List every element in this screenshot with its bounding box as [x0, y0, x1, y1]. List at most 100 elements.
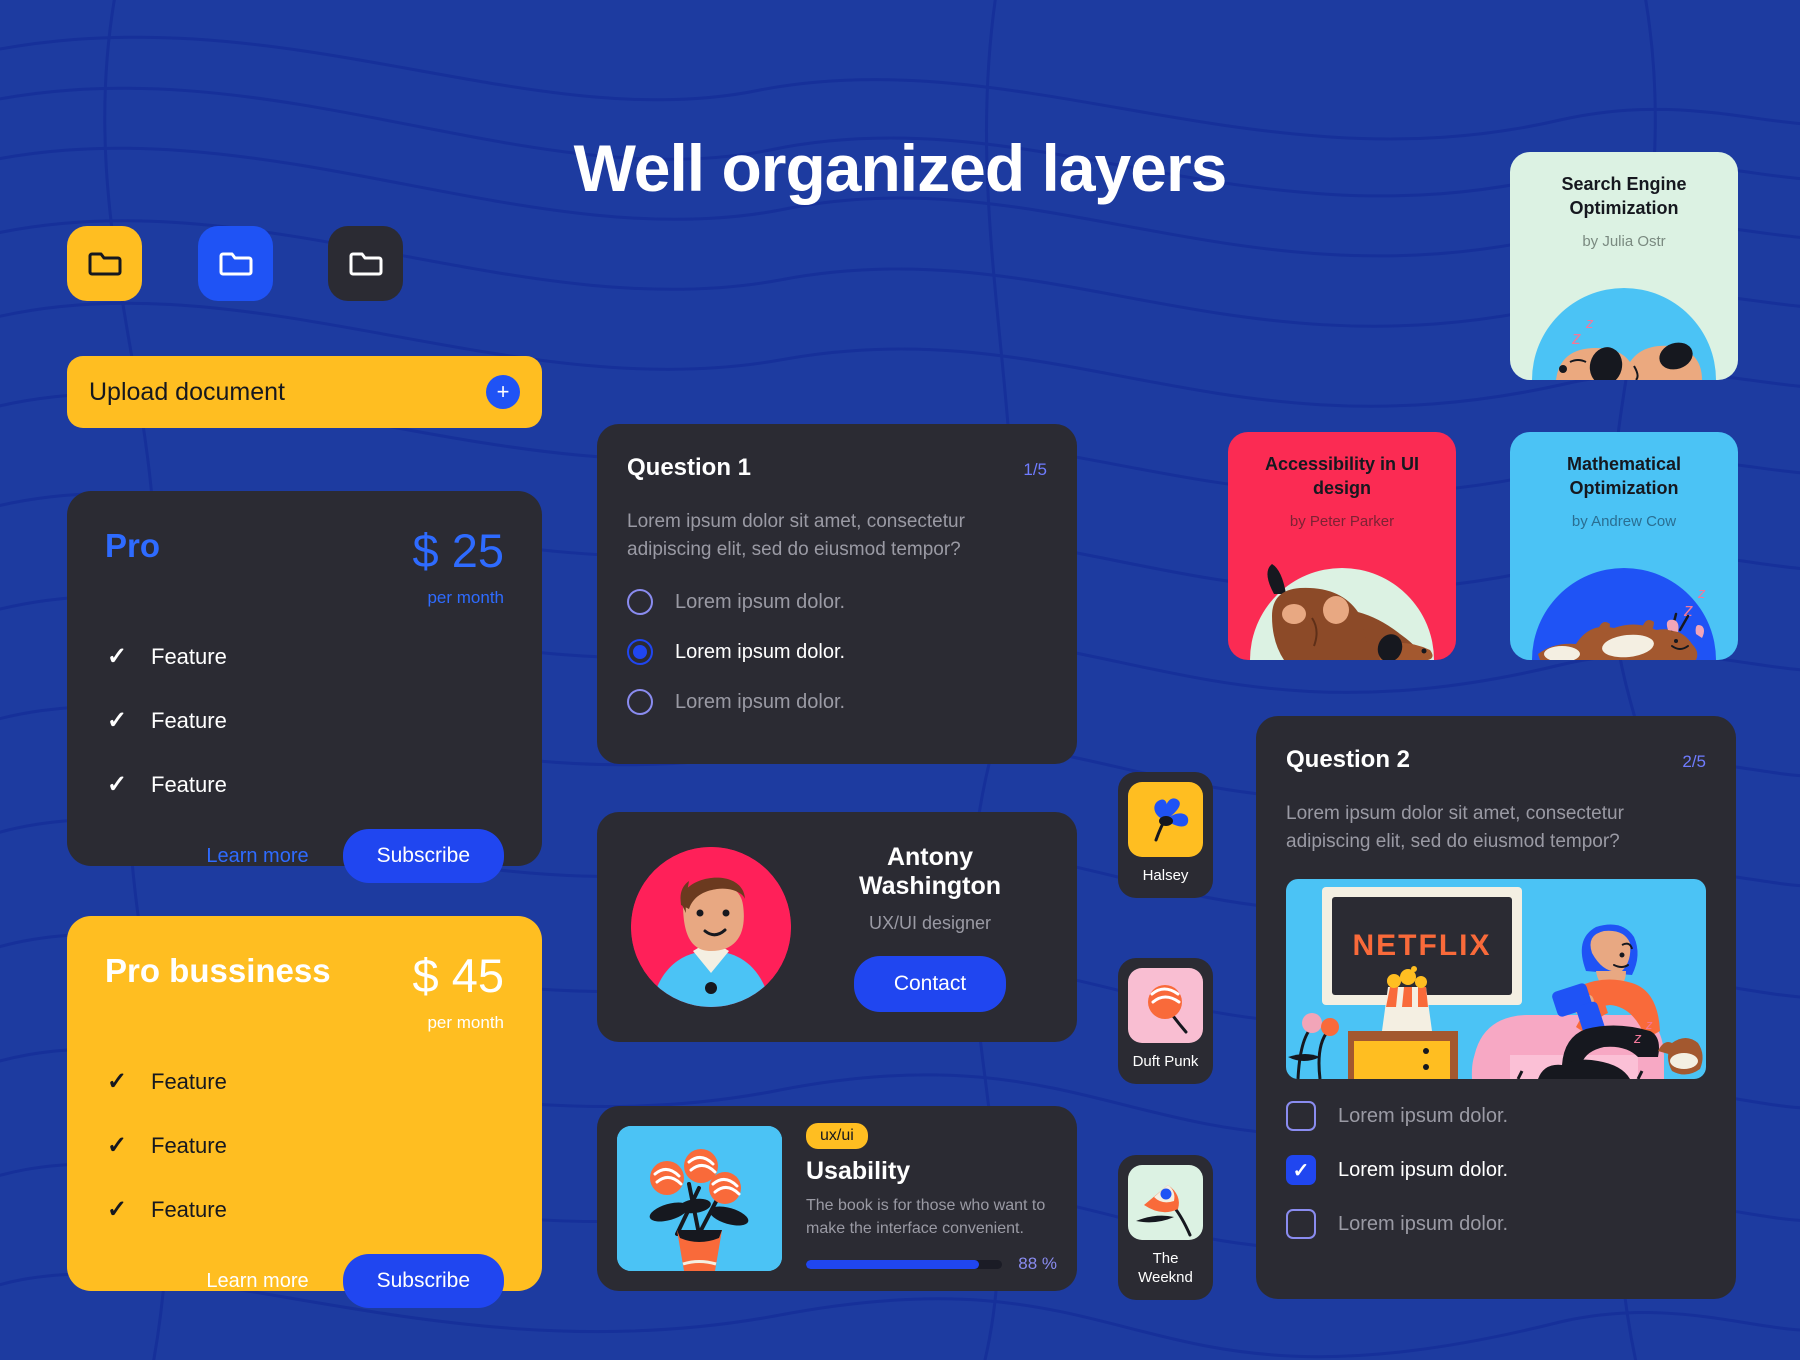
artist-name: Duft Punk: [1132, 1053, 1199, 1070]
pricing-card-pro: Pro $ 25 per month ✓ Feature ✓ Feature ✓…: [67, 491, 542, 883]
sleeping-cat-illustration: z z: [1532, 568, 1716, 660]
feature-label: Feature: [151, 643, 227, 669]
radio-option-label: Lorem ipsum dolor.: [675, 590, 846, 613]
course-title: Search Engine Optimization: [1561, 174, 1687, 219]
artist-tile-halsey[interactable]: Halsey: [1118, 772, 1213, 898]
avatar-illustration: [631, 847, 791, 1007]
learn-more-link[interactable]: Learn more: [206, 845, 308, 868]
checkbox-icon[interactable]: ✓: [1286, 1209, 1316, 1240]
checkbox-option-label: Lorem ipsum dolor.: [1338, 1212, 1509, 1235]
feature-label: Feature: [151, 1068, 227, 1094]
feature-label: Feature: [151, 1132, 227, 1158]
learn-more-link[interactable]: Learn more: [206, 1270, 308, 1293]
check-icon: ✓: [106, 771, 128, 798]
radio-option[interactable]: Lorem ipsum dolor.: [627, 589, 1047, 616]
check-icon: ✓: [106, 643, 128, 670]
svg-text:z: z: [1645, 1017, 1653, 1032]
radio-icon[interactable]: [627, 689, 653, 716]
folder-tile-blue[interactable]: [198, 226, 273, 301]
checkbox-option[interactable]: ✓ Lorem ipsum dolor.: [1286, 1209, 1706, 1240]
pricing-header: Pro bussiness $ 45 per month: [105, 952, 504, 1033]
radio-option-label: Lorem ipsum dolor.: [675, 640, 846, 663]
price-amount: $ 45: [412, 949, 504, 1002]
upload-document-bar[interactable]: Upload document +: [67, 356, 542, 428]
artist-tile-the-weeknd[interactable]: The Weeknd: [1118, 1155, 1213, 1300]
course-title: Accessibility in UI design: [1264, 454, 1420, 499]
feature-row: ✓ Feature: [105, 1067, 504, 1096]
artist-name: The Weeknd: [1138, 1250, 1193, 1286]
feature-list: ✓ Feature ✓ Feature ✓ Feature: [105, 642, 504, 799]
feature-label: Feature: [151, 707, 227, 733]
profile-card: Antony Washington UX/UI designer Contact: [597, 812, 1077, 1042]
radio-option[interactable]: Lorem ipsum dolor.: [627, 639, 1047, 666]
book-card: ux/ui Usability The book is for those wh…: [597, 1106, 1077, 1291]
book-title: Usability: [806, 1156, 911, 1185]
checkbox-option[interactable]: ✓ Lorem ipsum dolor.: [1286, 1101, 1706, 1132]
radio-icon[interactable]: [627, 589, 653, 616]
price-period: per month: [427, 1013, 504, 1032]
question-card-1: Question 1 1/5 Lorem ipsum dolor sit ame…: [597, 424, 1077, 764]
book-progress: 88 %: [806, 1254, 1057, 1274]
subscribe-button[interactable]: Subscribe: [342, 829, 504, 883]
book-thumbnail: [617, 1126, 782, 1271]
checkbox-option-list: ✓ Lorem ipsum dolor. ✓ Lorem ipsum dolor…: [1286, 1101, 1706, 1240]
svg-text:NETFLIX: NETFLIX: [1353, 929, 1492, 962]
price-period: per month: [427, 588, 504, 607]
stretching-dog-illustration: [1250, 564, 1434, 660]
question-header: Question 2 2/5: [1286, 746, 1706, 774]
feature-label: Feature: [151, 771, 227, 797]
folder-tile-yellow[interactable]: [67, 226, 142, 301]
pricing-actions: Learn more Subscribe: [105, 1254, 504, 1308]
folder-icon: [88, 252, 121, 275]
checkbox-icon[interactable]: ✓: [1286, 1101, 1316, 1132]
profile-info: Antony Washington UX/UI designer Contact: [817, 843, 1043, 1012]
course-author: by Peter Parker: [1289, 512, 1395, 530]
orange-flower-icon: [1128, 968, 1203, 1043]
pricing-actions: Learn more Subscribe: [105, 829, 504, 883]
netflix-couch-illustration: NETFLIX z z: [1286, 879, 1706, 1080]
folder-tile-dark[interactable]: [328, 226, 403, 301]
question-counter: 1/5: [1023, 460, 1047, 479]
contact-button[interactable]: Contact: [853, 955, 1007, 1012]
course-title: Mathematical Optimization: [1566, 454, 1682, 499]
orange-bird-flower-icon: [1128, 1165, 1203, 1240]
artist-artwork: [1128, 968, 1203, 1043]
check-icon: ✓: [106, 1196, 128, 1223]
feature-row: ✓ Feature: [105, 770, 504, 799]
course-card-seo[interactable]: Search Engine Optimization by Julia Ostr…: [1510, 152, 1738, 380]
checkbox-icon-checked[interactable]: ✓: [1286, 1155, 1316, 1186]
progress-track[interactable]: [806, 1259, 1003, 1269]
add-icon[interactable]: +: [486, 375, 520, 409]
price-amount: $ 25: [412, 524, 504, 577]
question-header: Question 1 1/5: [627, 454, 1047, 482]
upload-document-label: Upload document: [89, 377, 285, 406]
course-card-mathematical-optimization[interactable]: Mathematical Optimization by Andrew Cow …: [1510, 432, 1738, 660]
checkbox-option[interactable]: ✓ Lorem ipsum dolor.: [1286, 1155, 1706, 1186]
progress-label: 88 %: [1018, 1254, 1057, 1274]
feature-list: ✓ Feature ✓ Feature ✓ Feature: [105, 1067, 504, 1224]
check-icon: ✓: [106, 1068, 128, 1095]
radio-option[interactable]: Lorem ipsum dolor.: [627, 689, 1047, 716]
course-card-accessibility[interactable]: Accessibility in UI design by Peter Park…: [1228, 432, 1456, 660]
profile-name: Antony Washington: [858, 842, 1002, 900]
progress-fill: [806, 1259, 979, 1269]
artist-tile-duft-punk[interactable]: Duft Punk: [1118, 958, 1213, 1084]
check-icon: ✓: [106, 707, 128, 734]
book-tag: ux/ui: [806, 1122, 868, 1149]
book-description: The book is for those who want to make t…: [806, 1196, 1046, 1237]
feature-row: ✓ Feature: [105, 1195, 504, 1224]
feature-label: Feature: [151, 1196, 227, 1222]
avatar: [631, 847, 791, 1007]
subscribe-button[interactable]: Subscribe: [342, 1254, 504, 1308]
question-body: Lorem ipsum dolor sit amet, consectetur …: [627, 511, 965, 560]
book-info: ux/ui Usability The book is for those wh…: [806, 1122, 1057, 1274]
feature-row: ✓ Feature: [105, 642, 504, 671]
question-title: Question 2: [1286, 746, 1411, 773]
sleeping-dog-illustration: z z: [1532, 288, 1716, 380]
course-author: by Julia Ostr: [1582, 232, 1666, 250]
radio-icon-checked[interactable]: [627, 639, 653, 666]
folder-icon: [219, 252, 252, 275]
profile-role: UX/UI designer: [868, 912, 992, 933]
price-block: $ 25 per month: [413, 527, 504, 608]
question-title: Question 1: [627, 454, 752, 481]
